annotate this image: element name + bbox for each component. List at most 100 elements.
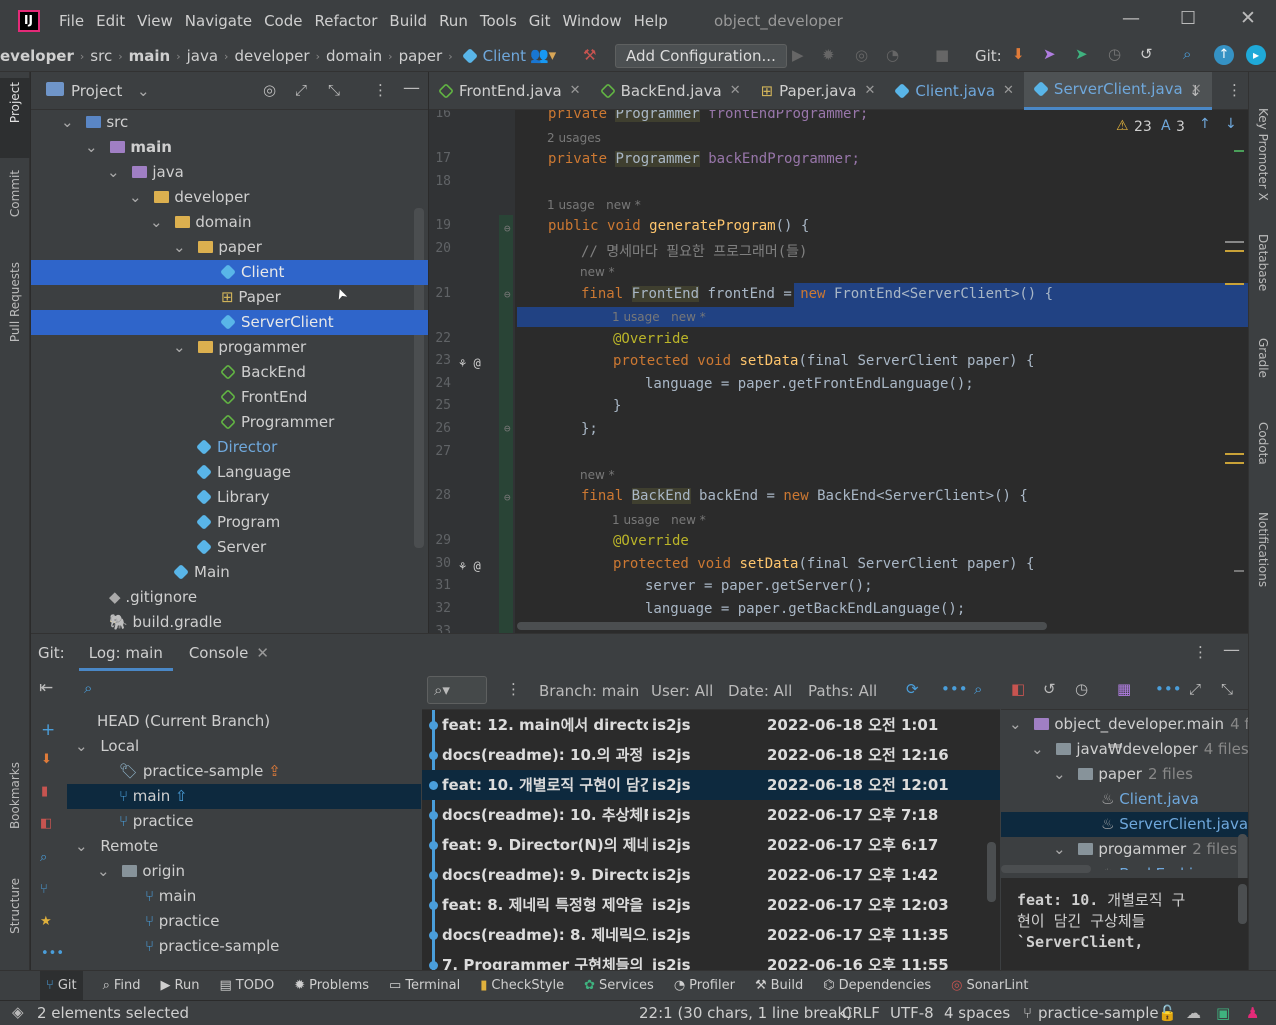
chevron-down-icon[interactable]: ⌄ [129,188,146,206]
log-search-input[interactable]: ⌕▾ [427,676,487,704]
terminal-plugin-icon[interactable]: ▣ [1216,1004,1230,1022]
changed-file-item[interactable]: ⌄ progammer 2 files [1001,837,1248,862]
hide-panel-icon[interactable]: — [403,78,420,98]
indent-setting[interactable]: 4 spaces [944,1004,1010,1022]
layers-icon[interactable]: ◈ [12,1003,24,1021]
branch-item[interactable]: ⌄ Local [67,734,421,759]
more-icon[interactable]: ••• [41,946,64,961]
tab-console[interactable]: Console [189,644,249,662]
code-line[interactable]: protected void setData(final ServerClien… [613,353,1043,369]
inlay-hint[interactable]: 1 usage new * [612,513,706,527]
search-everywhere-icon[interactable]: ⌕ [1183,45,1191,63]
menu-refactor[interactable]: Refactor [314,12,377,30]
tool-window-sonarlint[interactable]: ◎ SonarLint [951,978,1028,993]
plugin-status-icon[interactable]: ♟ [1246,1004,1259,1022]
commit-row[interactable]: docs(readme): 9. Director(N)의is2js 2022-0… [422,860,1000,890]
menu-navigate[interactable]: Navigate [185,12,252,30]
code-line[interactable]: @Override [613,533,697,549]
coverage-icon[interactable]: ◎ [855,46,868,64]
menu-tools[interactable]: Tools [480,12,517,30]
tool-window-profiler[interactable]: ◔ Profiler [674,978,735,993]
filter-paths[interactable]: Paths: All [808,682,877,700]
warning-icon[interactable]: ⚠ [1116,118,1129,134]
typo-icon[interactable]: A [1161,118,1171,134]
rollback-icon[interactable]: ↺ [1140,45,1153,63]
key-promoter-tool-tab[interactable]: Key Promoter X [1256,108,1270,201]
filter-user[interactable]: User: All [651,682,713,700]
code-line[interactable]: // 명세마다 필요한 프로그래머(들) [581,241,816,261]
filter-branch[interactable]: Branch: main [539,682,639,700]
tab-serverclient-java[interactable]: ServerClient.java ✕ [1023,71,1212,110]
lock-icon[interactable]: 🔓 [1158,1004,1177,1022]
notifications-tool-tab[interactable]: Notifications [1256,512,1270,587]
caret-position[interactable]: 22:1 (30 chars, 1 line break) [639,1004,852,1022]
commit-tool-tab[interactable]: Commit [8,170,22,217]
close-tab-icon[interactable]: ✕ [570,83,581,98]
tool-window-run[interactable]: ▶ Run [161,978,200,993]
tool-window-checkstyle[interactable]: ▮ CheckStyle [480,978,564,993]
code-line[interactable]: protected void setData(final ServerClien… [613,556,1043,572]
database-tool-tab[interactable]: Database [1256,234,1270,291]
fold-icon[interactable]: ⊖ [504,491,511,504]
breadcrumb-item[interactable]: domain [326,47,382,65]
code-line[interactable]: private Programmer frontEndProgrammer; [548,110,877,122]
options-menu-icon[interactable]: ⋮ [373,81,388,99]
fold-icon[interactable]: ⊖ [504,422,511,435]
code-line[interactable]: final BackEnd backEnd = new BackEnd<Serv… [581,488,1036,504]
code-line[interactable]: final FrontEnd frontEnd = new FrontEnd<S… [581,286,1062,302]
tree-scrollbar[interactable] [414,208,424,548]
changed-file-item[interactable]: ♨ ServerClient.java [1001,812,1248,837]
project-tool-tab[interactable]: Project [8,82,22,123]
inspector-icon[interactable]: ☁ [1186,1004,1201,1022]
menu-run[interactable]: Run [439,12,468,30]
revert-icon[interactable]: ↺ [1043,680,1056,698]
commit-row[interactable]: docs(readme): 8. 제네릭으로 기is2js 2022-06-17 … [422,920,1000,950]
commit-row[interactable]: feat: 10. 개별로직 구현이 담긴 is2js 2022-06-18 오전 … [422,770,1000,800]
fold-icon[interactable]: ⊖ [504,222,511,235]
menu-edit[interactable]: Edit [96,12,125,30]
code-line[interactable]: server = paper.getServer(); [645,578,881,594]
tool-window-todo[interactable]: ▤ TODO [219,978,274,993]
menu-window[interactable]: Window [562,12,621,30]
menu-view[interactable]: View [137,12,173,30]
tool-window-services[interactable]: ✿ Services [584,978,654,993]
git-panel-hide-icon[interactable]: — [1223,640,1240,660]
menu-help[interactable]: Help [634,12,668,30]
chevron-down-icon[interactable]: ⌄ [1009,715,1026,733]
group-by-icon[interactable]: ▦ [1117,680,1131,698]
show-diff-icon[interactable]: ◧ [1011,680,1025,698]
git-panel-options-icon[interactable]: ⋮ [1193,643,1208,661]
log-options-icon[interactable]: ⋮ [506,680,521,698]
new-branch-icon[interactable]: + [41,720,55,740]
git-update-icon[interactable]: ⬇ [1012,45,1025,63]
changed-file-item[interactable]: ⌄ java₩developer 4 files [1001,737,1248,762]
editor-horizontal-scrollbar[interactable] [517,622,1047,630]
tool-window-find[interactable]: ⌕ Find [103,978,141,993]
refresh-icon[interactable]: ⟳ [906,680,919,698]
breadcrumb-item[interactable]: paper [399,47,443,65]
close-tab-icon[interactable]: ✕ [1003,83,1014,98]
branch-item[interactable]: ⑂ main [67,884,421,909]
branch-item[interactable]: 🏷 practice-sample ⇪ [67,759,421,784]
tab-client-java[interactable]: Client.java ✕ [885,72,1024,110]
breadcrumb-item[interactable]: eveloper [0,47,74,65]
branch-item[interactable]: ⌄ origin [67,859,421,884]
inlay-hint[interactable]: new * [580,265,615,279]
chevron-down-icon[interactable]: ⌄ [173,338,190,356]
code-line[interactable]: private Programmer backEndProgrammer; [548,151,868,167]
bookmarks-tool-tab[interactable]: Bookmarks [8,762,22,829]
branch-item[interactable]: ⑂ practice [67,909,421,934]
update-branch-icon[interactable]: ⬇ [41,752,52,767]
details-more-icon[interactable]: ••• [1155,680,1182,698]
code-line[interactable]: public void generateProgram() { [548,218,818,234]
implements-method-icon[interactable]: ⚘ @ [459,356,481,370]
chevron-down-icon[interactable]: ⌄ [75,737,92,755]
favorite-star-icon[interactable]: ★ [40,914,52,929]
collapse-all-icon[interactable]: ⤡ [328,81,340,99]
add-configuration-button[interactable]: Add Configuration... [615,44,787,68]
close-tab-icon[interactable]: ✕ [864,83,875,98]
branch-item[interactable]: HEAD (Current Branch) [67,709,421,734]
branch-item[interactable]: ⑂ practice [67,809,421,834]
commit-row[interactable]: docs(readme): 10.의 과정 총평is2js 2022-06-18 … [422,740,1000,770]
debug-icon[interactable]: ✹ [822,46,835,64]
